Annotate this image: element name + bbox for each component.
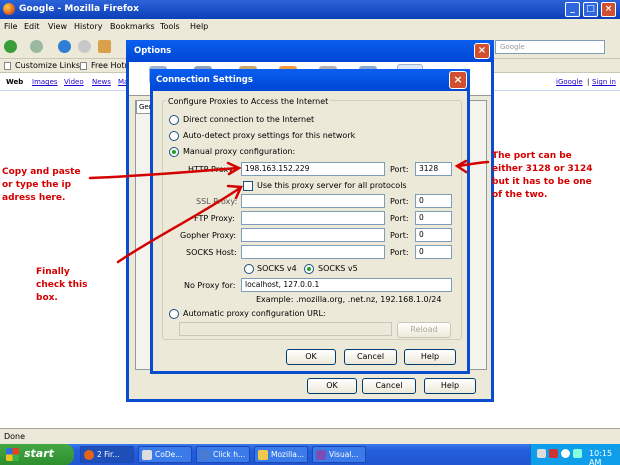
window-icon (142, 450, 152, 460)
windows-logo-icon (6, 448, 19, 461)
annotation-arrows (88, 159, 490, 264)
folder-icon (258, 450, 268, 460)
window-icon (200, 450, 210, 460)
taskbar-button-mozilla[interactable]: Mozilla... (254, 446, 308, 463)
taskbar-button-visual[interactable]: Visual... (312, 446, 366, 463)
taskbar-button-code[interactable]: CoDe... (138, 446, 192, 463)
taskbar-button-firefox[interactable]: 2 Fir... (80, 446, 134, 463)
system-tray: 10:15 AM (530, 444, 620, 465)
tray-icon[interactable] (537, 449, 546, 458)
arrow-to-checkbox (116, 186, 242, 264)
network-icon[interactable] (573, 449, 582, 458)
clock: 10:15 AM (589, 449, 613, 465)
volume-icon[interactable] (561, 449, 570, 458)
taskbar-button-click[interactable]: Click h... (196, 446, 250, 463)
tray-icon[interactable] (549, 449, 558, 458)
firefox-icon (84, 450, 94, 460)
visual-studio-icon (316, 450, 326, 460)
arrow-to-http-proxy (88, 166, 240, 180)
